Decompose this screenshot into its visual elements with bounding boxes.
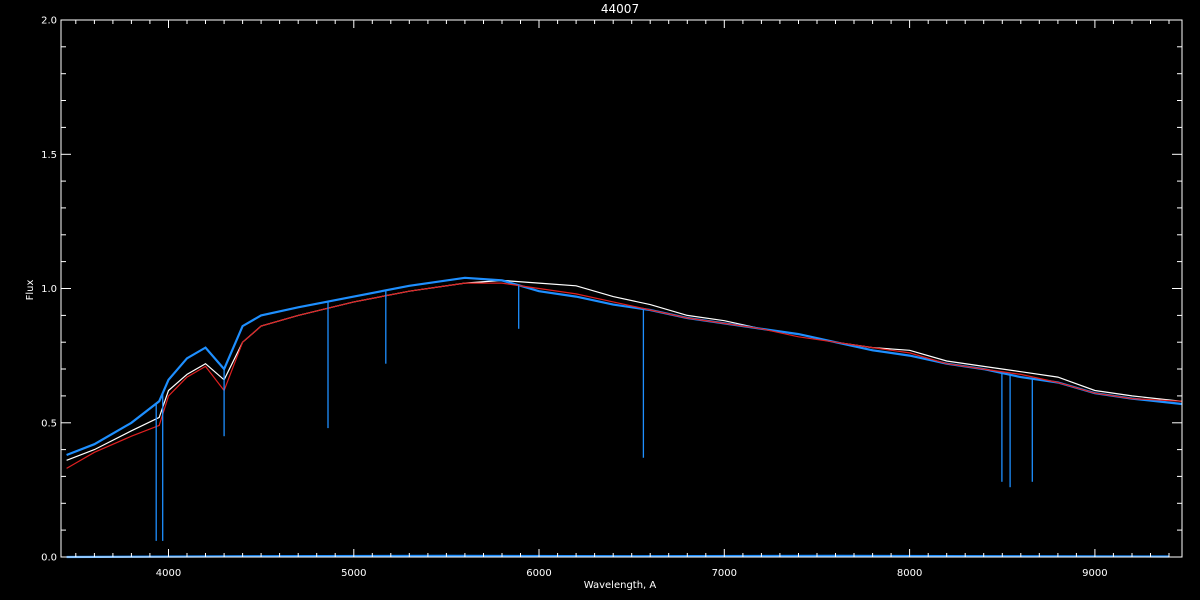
y-axis-label: Flux (25, 280, 36, 301)
y-tick-label: 0.5 (41, 418, 57, 429)
chart-title: 44007 (601, 2, 639, 16)
y-tick-label: 2.0 (41, 16, 57, 27)
x-tick-label: 6000 (526, 568, 551, 579)
y-tick-label: 1.0 (41, 284, 57, 295)
spectrum-chart: 44007 Wavelength, A Flux 4000 5000 6000 700… (0, 0, 1200, 600)
x-tick-label: 8000 (897, 568, 922, 579)
x-axis-label: Wavelength, A (584, 580, 657, 591)
x-tick-label: 9000 (1082, 568, 1107, 579)
x-tick-label: 7000 (712, 568, 737, 579)
x-tick-label: 4000 (156, 568, 181, 579)
chart-background (0, 0, 1200, 600)
y-tick-label: 1.5 (41, 150, 57, 161)
y-tick-label: 0.0 (41, 553, 57, 564)
x-tick-label: 5000 (341, 568, 366, 579)
